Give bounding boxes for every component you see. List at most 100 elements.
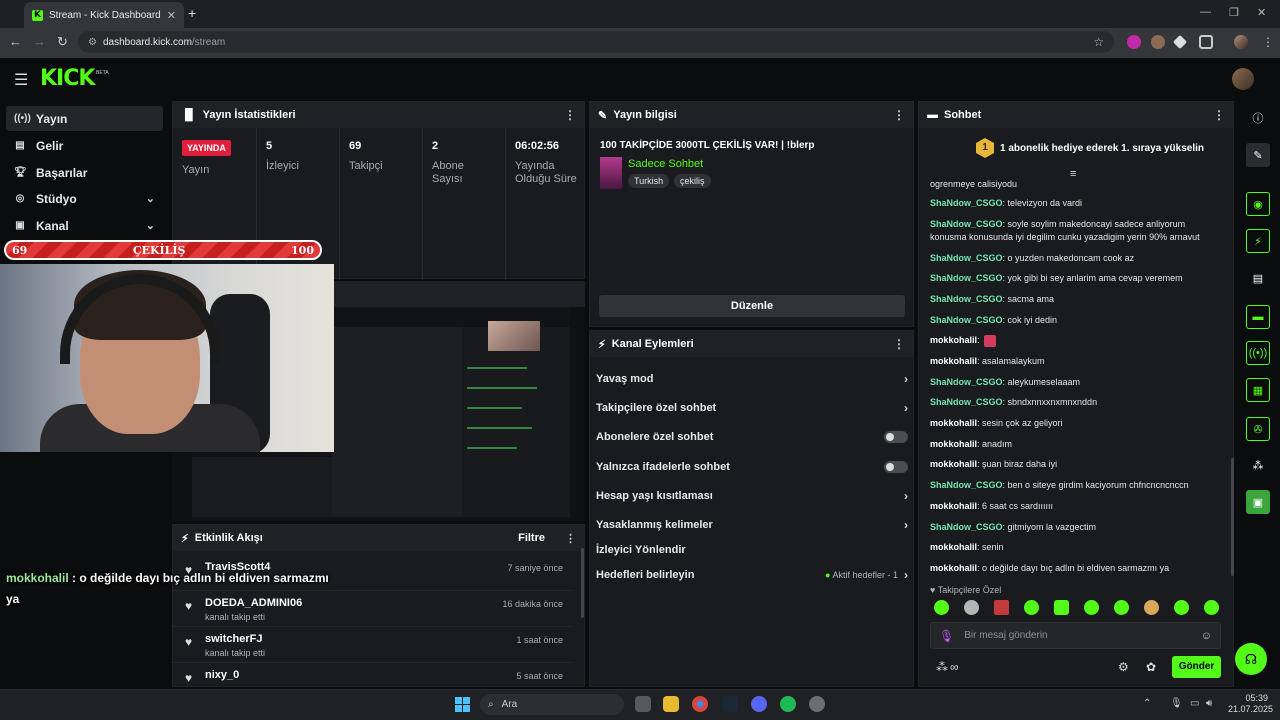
support-headset-icon[interactable]: ☊ (1235, 643, 1267, 675)
chat-username[interactable]: mokkohalil (930, 335, 977, 345)
chat-username[interactable]: ShaNdow_CSGO (930, 397, 1003, 407)
chat-username[interactable]: mokkohalil (930, 542, 977, 552)
new-tab-icon[interactable]: + (188, 5, 196, 21)
close-tab-icon[interactable]: ✕ (167, 9, 176, 22)
broadcast-icon[interactable]: ((•)) (1246, 341, 1270, 365)
action-goals[interactable]: Hedefleri belirleyin ● Aktif hedefler - … (596, 564, 908, 586)
app-icon[interactable] (809, 696, 825, 712)
apps-icon[interactable]: ⁂ (1246, 453, 1270, 477)
profile-avatar[interactable] (1234, 35, 1248, 49)
chat-username[interactable]: mokkohalil (930, 439, 977, 449)
chat-username[interactable]: mokkohalil (930, 501, 977, 511)
emote-icon[interactable] (1204, 600, 1219, 615)
emote-icon[interactable] (994, 600, 1009, 615)
extensions-puzzle-icon[interactable] (1199, 35, 1213, 49)
task-view-icon[interactable] (635, 696, 651, 712)
volume-icon[interactable]: 🔊︎ (1206, 698, 1212, 709)
steam-icon[interactable] (722, 696, 738, 712)
reload-icon[interactable]: ↻ (57, 34, 68, 50)
stream-category[interactable]: Sadece Sohbet (628, 158, 703, 170)
info-icon[interactable]: ⓘ (1246, 106, 1270, 130)
wrench-icon[interactable]: ✇ (1246, 417, 1270, 441)
chat-bubble-icon[interactable]: ▬ (1246, 305, 1270, 329)
action-account-age[interactable]: Hesap yaşı kısıtlaması › (596, 485, 908, 507)
more-options-icon[interactable]: ⋮ (565, 532, 576, 545)
chat-username[interactable]: ShaNdow_CSGO (930, 480, 1003, 490)
filter-button[interactable]: Filtre (518, 532, 545, 544)
discord-icon[interactable] (751, 696, 767, 712)
scrollbar[interactable] (1231, 458, 1234, 576)
close-window-icon[interactable]: ✕ (1257, 6, 1266, 19)
emote-icon[interactable] (934, 600, 949, 615)
action-slow-mode[interactable]: Yavaş mod › (596, 368, 908, 390)
sidebar-item-basarilar[interactable]: 🏆︎ Başarılar (6, 160, 163, 185)
emote-icon[interactable] (964, 600, 979, 615)
pencil-icon[interactable]: ✎ (1246, 143, 1270, 167)
camera-icon[interactable]: ◉ (1246, 192, 1270, 216)
layout-icon[interactable]: ▦ (1246, 378, 1270, 402)
chat-username[interactable]: ShaNdow_CSGO (930, 219, 1003, 229)
infinity-icon[interactable]: ∞ (950, 660, 959, 674)
user-avatar[interactable] (1232, 68, 1254, 90)
gear-icon[interactable]: ⚙ (1118, 660, 1129, 674)
chat-username[interactable]: ShaNdow_CSGO (930, 315, 1003, 325)
emoji-picker-icon[interactable]: ☺ (1201, 630, 1212, 642)
file-explorer-icon[interactable] (663, 696, 679, 712)
emote-icon[interactable] (1084, 600, 1099, 615)
edit-button[interactable]: Düzenle (599, 295, 905, 317)
taskbar-clock[interactable]: 05:39 21.07.2025 (1228, 693, 1273, 715)
scrollbar[interactable] (581, 548, 584, 618)
more-options-icon[interactable]: ⋮ (564, 108, 576, 122)
site-info-icon[interactable]: ⚙ (88, 37, 97, 48)
sidebar-item-yayin[interactable]: ((•)) Yayın (6, 106, 163, 131)
activity-user[interactable]: nixy_0 (205, 669, 563, 681)
more-options-icon[interactable]: ⋮ (893, 108, 905, 122)
browser-tab[interactable]: K Stream - Kick Dashboard ✕ (24, 2, 184, 28)
minimize-icon[interactable]: — (1200, 6, 1211, 18)
more-options-icon[interactable]: ⋮ (893, 337, 905, 351)
chat-username[interactable]: ShaNdow_CSGO (930, 198, 1003, 208)
restore-icon[interactable]: ❐ (1229, 6, 1239, 19)
chat-username[interactable]: mokkohalil (930, 459, 977, 469)
emote-icon[interactable] (1144, 600, 1159, 615)
gift-sub-banner[interactable]: 1 1 abonelik hediye ederek 1. sıraya yük… (976, 138, 1204, 158)
chat-username[interactable]: ShaNdow_CSGO (930, 377, 1003, 387)
hamburger-menu-icon[interactable]: ☰ (14, 70, 28, 90)
chat-username[interactable]: ShaNdow_CSGO (930, 522, 1003, 532)
emote-icon[interactable] (1174, 600, 1189, 615)
sidebar-item-studyo[interactable]: ◎ Stüdyo ⌄ (6, 186, 163, 211)
extension-icon[interactable] (1151, 35, 1165, 49)
sidebar-item-gelir[interactable]: ▤ Gelir (6, 133, 163, 158)
tray-chevron-icon[interactable]: ⌃ (1143, 698, 1151, 709)
url-input[interactable]: ⚙ dashboard.kick.com/stream ☆ (78, 31, 1114, 53)
kick-logo[interactable]: KICK (40, 66, 95, 91)
emote-icon[interactable] (1114, 600, 1129, 615)
microphone-icon[interactable]: 🎙︎ (939, 629, 954, 643)
chat-username[interactable]: ShaNdow_CSGO (930, 294, 1003, 304)
action-followers-only[interactable]: Takipçilere özel sohbet › (596, 397, 908, 419)
chat-username[interactable]: mokkohalil (930, 563, 977, 573)
settings-dots-icon[interactable]: ⁂ (936, 660, 948, 674)
windows-start-icon[interactable] (455, 697, 470, 712)
emote-icon[interactable] (1024, 600, 1039, 615)
gift-icon[interactable]: ✿ (1146, 660, 1156, 674)
extension-icon[interactable] (1127, 35, 1141, 49)
lightning-icon[interactable]: ⚡︎ (1246, 229, 1270, 253)
more-options-icon[interactable]: ⋮ (1213, 108, 1225, 122)
microphone-icon[interactable]: 🎙︎ (1170, 698, 1183, 709)
send-button[interactable]: Gönder (1172, 656, 1221, 678)
sidebar-item-kanal[interactable]: ▣ Kanal ⌄ (6, 213, 163, 238)
emote-only-toggle[interactable] (884, 461, 908, 473)
chat-username[interactable]: ShaNdow_CSGO (930, 253, 1003, 263)
document-icon[interactable]: ▤ (1246, 266, 1270, 290)
forward-icon[interactable]: → (33, 34, 46, 49)
spotify-icon[interactable] (780, 696, 796, 712)
app-avatar-icon[interactable]: ▣ (1246, 490, 1270, 514)
back-icon[interactable]: ← (9, 34, 22, 49)
chat-input[interactable]: 🎙︎ Bir mesaj gönderin ☺ (930, 622, 1221, 649)
activity-user[interactable]: switcherFJ (205, 633, 563, 645)
chat-username[interactable]: mokkohalil (930, 418, 977, 428)
network-icon[interactable]: ▭ (1190, 698, 1199, 709)
chat-username[interactable]: mokkohalil (930, 356, 977, 366)
bookmark-star-icon[interactable]: ☆ (1093, 35, 1104, 49)
